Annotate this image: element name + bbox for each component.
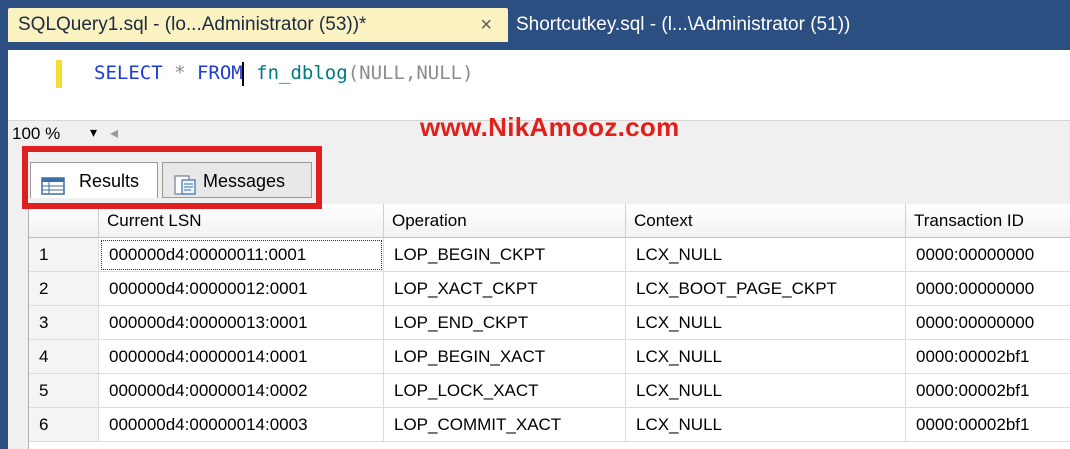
cell-current-lsn[interactable]: 000000d4:00000014:0003 bbox=[99, 408, 384, 442]
sql-comma: , bbox=[404, 62, 417, 84]
results-panel: Results Messages Current LSN Operation C… bbox=[8, 148, 1070, 449]
column-header-transaction-id[interactable]: Transaction ID bbox=[906, 204, 1070, 238]
cell-current-lsn[interactable]: 000000d4:00000012:0001 bbox=[99, 272, 384, 306]
cell-context[interactable]: LCX_NULL bbox=[626, 340, 906, 374]
column-header-context[interactable]: Context bbox=[626, 204, 906, 238]
tab-shortcutkey[interactable]: Shortcutkey.sql - (l...\Administrator (5… bbox=[508, 8, 1070, 42]
column-header-rownum[interactable] bbox=[29, 204, 99, 238]
row-number[interactable]: 4 bbox=[29, 340, 99, 374]
row-number[interactable]: 5 bbox=[29, 374, 99, 408]
row-number[interactable]: 6 bbox=[29, 408, 99, 442]
sql-close-paren: ) bbox=[462, 62, 474, 84]
tab-sqlquery1-label: SQLQuery1.sql - (lo...Administrator (53)… bbox=[18, 14, 367, 35]
column-header-current-lsn[interactable]: Current LSN bbox=[99, 204, 384, 238]
cell-operation[interactable]: LOP_COMMIT_XACT bbox=[384, 408, 626, 442]
cell-transaction-id[interactable]: 0000:00000000 bbox=[906, 306, 1070, 340]
row-number[interactable]: 2 bbox=[29, 272, 99, 306]
column-header-operation[interactable]: Operation bbox=[384, 204, 626, 238]
results-grid[interactable]: Current LSN Operation Context Transactio… bbox=[28, 204, 1070, 449]
cell-operation[interactable]: LOP_END_CKPT bbox=[384, 306, 626, 340]
cell-transaction-id[interactable]: 0000:00000000 bbox=[906, 238, 1070, 272]
messages-icon bbox=[173, 171, 197, 207]
watermark-text: www.NikAmooz.com bbox=[420, 112, 680, 142]
close-tab-icon[interactable]: × bbox=[480, 8, 492, 42]
change-tracking-bar bbox=[56, 60, 62, 88]
cell-context[interactable]: LCX_BOOT_PAGE_CKPT bbox=[626, 272, 906, 306]
sql-keyword-from: FROM bbox=[196, 62, 243, 84]
cell-operation[interactable]: LOP_XACT_CKPT bbox=[384, 272, 626, 306]
cell-current-lsn[interactable]: 000000d4:00000013:0001 bbox=[99, 306, 384, 340]
cell-context[interactable]: LCX_NULL bbox=[626, 238, 906, 272]
cell-operation[interactable]: LOP_BEGIN_CKPT bbox=[384, 238, 626, 272]
text-caret bbox=[241, 61, 244, 86]
sql-arg-2: NULL bbox=[416, 62, 463, 84]
cell-context[interactable]: LCX_NULL bbox=[626, 408, 906, 442]
cell-context[interactable]: LCX_NULL bbox=[626, 374, 906, 408]
sql-open-paren: ( bbox=[347, 62, 360, 84]
row-number[interactable]: 1 bbox=[29, 238, 99, 272]
cell-transaction-id[interactable]: 0000:00002bf1 bbox=[906, 374, 1070, 408]
sql-function-name: fn_dblog bbox=[244, 62, 348, 84]
scroll-left-icon[interactable]: ◂ bbox=[110, 123, 118, 143]
grid-icon bbox=[41, 171, 65, 207]
cell-transaction-id[interactable]: 0000:00002bf1 bbox=[906, 408, 1070, 442]
sql-line-1[interactable]: SELECT * FROM fn_dblog(NULL,NULL) bbox=[94, 58, 474, 88]
cell-current-lsn[interactable]: 000000d4:00000014:0001 bbox=[99, 340, 384, 374]
query-editor[interactable]: SELECT * FROM fn_dblog(NULL,NULL) bbox=[8, 50, 1070, 120]
tab-messages[interactable]: Messages bbox=[162, 162, 312, 198]
tab-results[interactable]: Results bbox=[30, 162, 158, 198]
document-tab-strip: SQLQuery1.sql - (lo...Administrator (53)… bbox=[0, 0, 1070, 50]
window-left-edge bbox=[0, 50, 8, 449]
cell-current-lsn[interactable]: 000000d4:00000011:0001 bbox=[99, 238, 384, 272]
sql-keyword-select: SELECT bbox=[94, 62, 163, 84]
cell-transaction-id[interactable]: 0000:00000000 bbox=[906, 272, 1070, 306]
cell-context[interactable]: LCX_NULL bbox=[626, 306, 906, 340]
tab-results-label: Results bbox=[79, 171, 140, 191]
sql-arg-1: NULL bbox=[359, 62, 405, 84]
cell-operation[interactable]: LOP_BEGIN_XACT bbox=[384, 340, 626, 374]
tab-messages-label: Messages bbox=[203, 171, 286, 191]
tab-shortcutkey-label: Shortcutkey.sql - (l...\Administrator (5… bbox=[516, 14, 851, 35]
row-number[interactable]: 3 bbox=[29, 306, 99, 340]
cell-operation[interactable]: LOP_LOCK_XACT bbox=[384, 374, 626, 408]
zoom-dropdown-icon[interactable]: ▾ bbox=[90, 124, 97, 141]
sql-star: * bbox=[162, 62, 197, 84]
tab-sqlquery1[interactable]: SQLQuery1.sql - (lo...Administrator (53)… bbox=[8, 8, 508, 42]
cell-current-lsn[interactable]: 000000d4:00000014:0002 bbox=[99, 374, 384, 408]
cell-transaction-id[interactable]: 0000:00002bf1 bbox=[906, 340, 1070, 374]
zoom-level[interactable]: 100 % bbox=[12, 124, 60, 144]
